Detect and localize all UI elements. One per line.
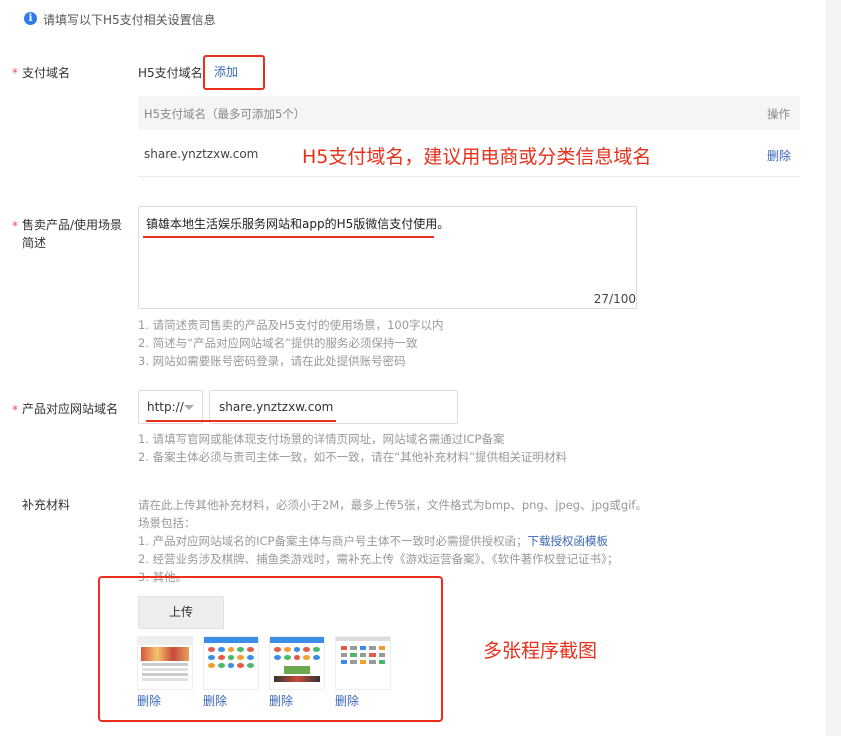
char-counter: 27/100: [593, 292, 636, 306]
annotation-screenshots: 多张程序截图: [483, 640, 598, 662]
annotation-underline-site: [146, 420, 336, 422]
annotation-box-add: [203, 55, 265, 90]
product-label-line1: 售卖产品/使用场景: [22, 218, 123, 232]
site-hint-2: 2. 备案主体必须与贵司主体一致，如不一致，请在“其他补充材料”提供相关证明材料: [138, 450, 568, 464]
required-mark: *: [12, 403, 18, 417]
required-mark: *: [12, 219, 18, 233]
protocol-value: http://: [147, 400, 184, 414]
protocol-select[interactable]: http://: [138, 390, 203, 424]
annotation-domain: H5支付域名，建议用电商或分类信息域名: [302, 146, 652, 168]
annotation-box-upload: [98, 576, 443, 722]
site-label: 产品对应网站域名: [22, 402, 119, 416]
textarea-value: 镇雄本地生活娱乐服务网站和app的H5版微信支付使用。: [146, 217, 450, 231]
chevron-down-icon: [184, 405, 194, 410]
domain-label: 支付域名: [22, 66, 71, 80]
material-line-2: 2. 经营业务涉及棋牌、捕鱼类游戏时，需补充上传《游戏运营备案》、《软件著作权登…: [138, 552, 619, 566]
download-template-link[interactable]: 下载授权函模板: [527, 534, 608, 548]
product-label-line2: 简述: [22, 236, 47, 250]
material-scene-title: 场景包括：: [138, 516, 196, 530]
site-domain-input[interactable]: share.ynztzxw.com: [209, 390, 458, 424]
product-hint-3: 3. 网站如需要账号密码登录，请在此处提供账号密码: [138, 354, 406, 368]
product-hint-1: 1. 请简述贵司售卖的产品及H5支付的使用场景，100字以内: [138, 318, 444, 332]
product-description-textarea[interactable]: 镇雄本地生活娱乐服务网站和app的H5版微信支付使用。 27/100: [138, 206, 637, 309]
delete-domain-link[interactable]: 删除: [767, 147, 791, 164]
required-mark: *: [12, 66, 18, 80]
material-label: 补充材料: [22, 498, 71, 512]
notice-text: 请填写以下H5支付相关设置信息: [43, 13, 216, 27]
info-icon: i: [24, 12, 37, 25]
site-hint-1: 1. 请填写官网或能体现支付场景的详情页网址，网站域名需通过ICP备案: [138, 432, 505, 446]
domain-table-header: H5支付域名（最多可添加5个） 操作: [138, 96, 800, 130]
material-line-1: 1. 产品对应网站域名的ICP备案主体与商户号主体不一致时必需提供授权函；下载授…: [138, 532, 608, 550]
scrollbar-track[interactable]: [826, 0, 841, 736]
site-domain-value: share.ynztzxw.com: [219, 400, 334, 414]
material-line-1-text: 1. 产品对应网站域名的ICP备案主体与商户号主体不一致时必需提供授权函；: [138, 534, 528, 548]
material-desc: 请在此上传其他补充材料，必须小于2M，最多上传5张，文件格式为bmp、png、j…: [138, 498, 647, 512]
table-header-action: 操作: [767, 107, 790, 121]
h5-domain-sublabel: H5支付域名: [138, 66, 203, 80]
table-cell-domain: share.ynztzxw.com: [144, 147, 259, 161]
annotation-underline-desc: [143, 236, 434, 238]
product-hint-2: 2. 简述与“产品对应网站域名”提供的服务必须保持一致: [138, 336, 418, 350]
table-header-domain: H5支付域名（最多可添加5个）: [144, 107, 306, 121]
